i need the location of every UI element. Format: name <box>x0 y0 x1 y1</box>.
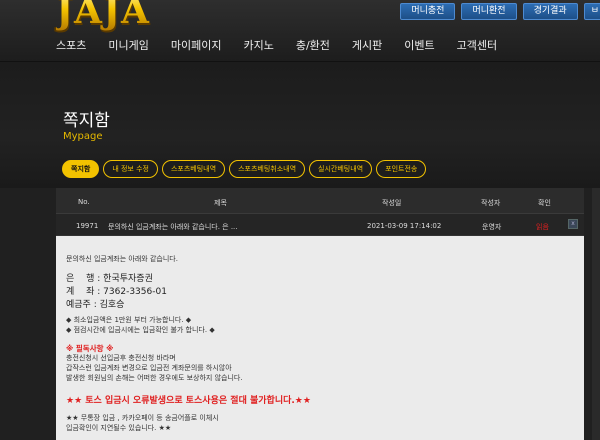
nav-board[interactable]: 게시판 <box>352 37 382 53</box>
msg-intro: 문의하신 입금계좌는 아래와 같습니다. <box>66 255 178 263</box>
row-date: 2021-03-09 17:14:02 <box>367 222 442 230</box>
money-charge-button[interactable]: 머니충전 <box>400 3 456 20</box>
site-logo[interactable]: JAJA <box>56 0 150 32</box>
nav-casino[interactable]: 카지노 <box>243 37 273 53</box>
message-board: No. 제목 작성일 작성자 확인 19971 문의하신 입금계좌는 아래와 같… <box>56 188 584 440</box>
row-title[interactable]: 문의하신 입금계좌는 아래와 같습니다. 은 ... <box>108 222 238 232</box>
page-scrollbar[interactable] <box>592 188 600 440</box>
message-body: 문의하신 입금계좌는 아래와 같습니다. 은 행 : 한국투자증권 계 좌 : … <box>56 236 584 440</box>
mypage-tabs: 쪽지함 내 정보 수정 스포츠베팅내역 스포츠베팅취소내역 실시간베팅내역 포인… <box>62 160 427 178</box>
nav-event[interactable]: 이벤트 <box>404 37 434 53</box>
msg-notice-1: ◆ 최소입금액은 1만원 부터 가능합니다. ◆ <box>66 316 192 324</box>
extra-top-button[interactable]: ㅂ <box>583 3 600 20</box>
header-status: 확인 <box>538 199 551 207</box>
main-nav: 스포츠 미니게임 마이페이지 카지노 충/환전 게시판 이벤트 고객센터 <box>56 37 519 53</box>
tab-edit-info[interactable]: 내 정보 수정 <box>103 160 158 178</box>
nav-mypage[interactable]: 마이페이지 <box>171 37 222 53</box>
tab-sports-bet-cancel[interactable]: 스포츠베팅취소내역 <box>229 160 306 178</box>
table-header: No. 제목 작성일 작성자 확인 <box>56 188 584 214</box>
table-row[interactable]: 19971 문의하신 입금계좌는 아래와 같습니다. 은 ... 2021-03… <box>56 214 584 236</box>
tab-sports-bets[interactable]: 스포츠베팅내역 <box>161 160 226 178</box>
content-area: No. 제목 작성일 작성자 확인 19971 문의하신 입금계좌는 아래와 같… <box>0 188 600 440</box>
msg-footer-2: 입금확인이 지연될수 있습니다. ★★ <box>66 424 172 432</box>
tab-point-transfer[interactable]: 포인트전송 <box>376 160 427 178</box>
msg-account: 계 좌 : 7362-3356-01 <box>66 287 167 297</box>
money-exchange-button[interactable]: 머니환전 <box>461 3 517 20</box>
header-no: No. <box>78 198 90 206</box>
site-header: JAJA JAJA 머니충전 머니환전 경기결과 ㅂ 스포츠 미니게임 마이페이… <box>0 0 600 62</box>
msg-footer-1: ★★ 무통장 입금 , 카카오페이 등 송금어플로 이체시 <box>66 414 219 422</box>
tab-messages[interactable]: 쪽지함 <box>62 160 100 178</box>
msg-warn-1: 충전신청시 선입금후 충전신청 바라며 <box>66 354 176 362</box>
tab-live-bets[interactable]: 실시간베팅내역 <box>309 160 373 178</box>
msg-holder: 예금주 : 김호승 <box>66 300 125 310</box>
top-buttons: 머니충전 머니환전 경기결과 ㅂ <box>400 3 600 20</box>
game-results-button[interactable]: 경기결과 <box>522 3 578 20</box>
msg-warn-2: 갑작스런 입금계좌 변경으로 입금전 계좌문의를 하시않아 <box>66 364 232 372</box>
row-status: 읽음 <box>536 223 549 231</box>
nav-sports[interactable]: 스포츠 <box>56 37 86 53</box>
nav-minigame[interactable]: 미니게임 <box>108 37 148 53</box>
msg-bank: 은 행 : 한국투자증권 <box>66 274 153 284</box>
msg-notice-2: ◆ 점검시간에 입금시에는 입금확인 불가 합니다. ◆ <box>66 326 215 334</box>
row-no: 19971 <box>76 222 99 230</box>
nav-charge-exchange[interactable]: 충/환전 <box>296 37 330 53</box>
nav-customer-center[interactable]: 고객센터 <box>457 37 497 53</box>
msg-warn-3: 발생한 회원님의 손해는 어떠한 경우에도 보상하지 않습니다. <box>66 374 243 382</box>
delete-message-button[interactable]: x <box>568 219 578 229</box>
page-subtitle: Mypage <box>63 131 103 142</box>
msg-toss-warning: ★★ 토스 입금시 오류발생으로 토스사용은 절대 불가합니다.★★ <box>66 396 311 406</box>
header-title: 제목 <box>214 199 227 207</box>
header-author: 작성자 <box>481 199 501 207</box>
row-author: 운영자 <box>482 223 502 231</box>
header-date: 작성일 <box>382 199 402 207</box>
page-title: 쪽지함 <box>63 111 110 131</box>
